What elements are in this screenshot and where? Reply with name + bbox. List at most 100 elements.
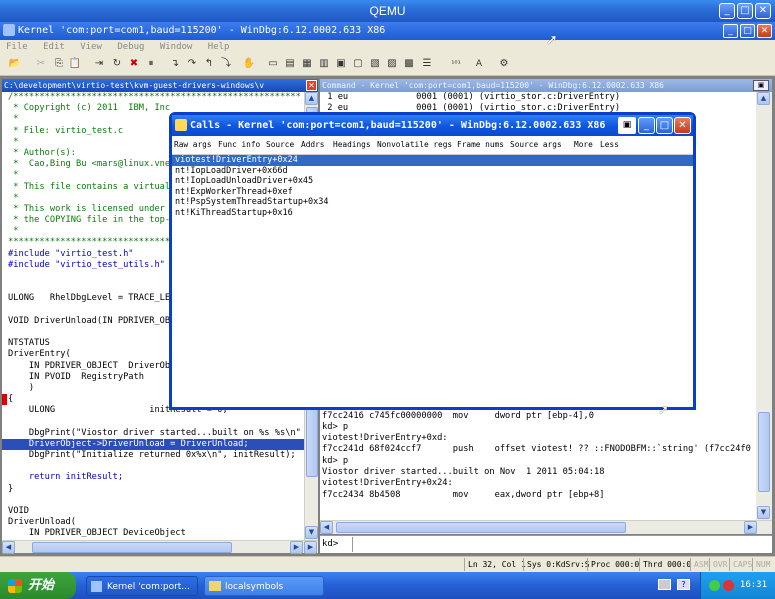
stack-frame[interactable]: nt!PspSystemThreadStartup+0x34 (172, 197, 693, 208)
disassembly-window-icon[interactable]: ▧ (368, 57, 382, 71)
taskbar-item-windbg[interactable]: Kernel 'com:port... (86, 576, 198, 596)
source-line[interactable]: DbgPrint("Initialize returned 0x%x\n", i… (2, 450, 304, 461)
windbg-minimize-button[interactable]: _ (723, 24, 738, 38)
paste-icon[interactable]: 📋 (68, 57, 82, 71)
option-nonvolatile-regs[interactable]: Nonvolatile regs (377, 136, 452, 154)
run-to-cursor-icon[interactable]: ⤵ (219, 57, 233, 71)
scroll-right-icon[interactable]: ▶ (744, 521, 757, 534)
stack-frame[interactable]: nt!ExpWorkerThread+0xef (172, 187, 693, 198)
scroll-left-icon[interactable]: ◀ (2, 541, 15, 554)
hand-icon[interactable]: ✋ (242, 57, 256, 71)
source-horizontal-scrollbar[interactable]: ◀ ▶ ▶ (2, 540, 318, 554)
taskbar-item-localsymbols[interactable]: localsymbols (204, 576, 324, 596)
calls-maximize-button[interactable]: □ (656, 117, 673, 134)
source-line[interactable] (2, 461, 304, 472)
source-line[interactable]: /***************************************… (2, 92, 304, 103)
step-over-icon[interactable]: ↷ (185, 57, 199, 71)
windbg-maximize-button[interactable]: □ (740, 24, 755, 38)
windbg-close-button[interactable]: ✕ (757, 24, 772, 38)
command-horizontal-scrollbar[interactable]: ◀ ▶ (320, 520, 772, 534)
tray-alert-icon[interactable] (723, 580, 734, 591)
calls-stack-list[interactable]: viotest!DriverEntry+0x24 nt!IopLoadDriver… (172, 154, 693, 407)
calls-close-button[interactable]: ✕ (674, 117, 691, 134)
less-button[interactable]: Less (600, 136, 619, 154)
option-headings[interactable]: Headings (333, 136, 371, 154)
stack-frame[interactable]: nt!IopLoadUnloadDriver+0x45 (172, 176, 693, 187)
source-mode-icon[interactable]: ☰ (420, 57, 434, 71)
menu-file[interactable]: File (6, 42, 28, 52)
option-func-info[interactable]: Func info (218, 136, 260, 154)
stack-frame[interactable]: nt!KiThreadStartup+0x16 (172, 208, 693, 219)
source-line[interactable]: VOID (2, 506, 304, 517)
cut-icon[interactable]: ✂ (34, 57, 48, 71)
break-icon[interactable]: ⏸ (144, 57, 158, 71)
processes-threads-icon[interactable]: ▩ (402, 57, 416, 71)
call-stack-window-icon[interactable]: ▢ (351, 57, 365, 71)
go-icon[interactable]: ⇥ (92, 57, 106, 71)
menu-window[interactable]: Window (160, 42, 193, 52)
registers-window-icon[interactable]: ▥ (317, 57, 331, 71)
scroll-up-icon[interactable]: ▲ (757, 92, 770, 105)
hex-mode-icon[interactable]: ¹⁰¹ (446, 57, 466, 71)
stop-debugging-icon[interactable]: ✖ (127, 57, 141, 71)
font-icon[interactable]: A (472, 57, 486, 71)
qemu-close-button[interactable]: ✕ (755, 3, 771, 19)
command-vertical-scrollbar[interactable]: ▲ ▼ (756, 92, 772, 520)
scroll-down-icon[interactable]: ▼ (305, 526, 318, 539)
locals-window-icon[interactable]: ▦ (300, 57, 314, 71)
source-line[interactable]: } (2, 484, 304, 495)
command-hscroll-thumb[interactable] (336, 522, 626, 533)
command-window-icon[interactable]: ▭ (266, 57, 280, 71)
source-window-titlebar[interactable]: C:\development\virtio-test\kvm-guest-dri… (2, 79, 318, 92)
option-raw-args[interactable]: Raw args (174, 136, 212, 154)
source-line[interactable]: DbgPrint("Viostor driver started...built… (2, 428, 304, 439)
options-icon[interactable]: ⚙ (497, 57, 511, 71)
scratch-pad-icon[interactable]: ▨ (385, 57, 399, 71)
watch-window-icon[interactable]: ▤ (283, 57, 297, 71)
calls-minimize-button[interactable]: _ (638, 117, 655, 134)
option-source[interactable]: Source (266, 136, 294, 154)
network-icon[interactable] (658, 579, 671, 590)
source-line[interactable]: DriverObject->DriverUnload = DriverUnloa… (2, 438, 304, 450)
more-button[interactable]: More (574, 136, 593, 154)
help-icon[interactable]: ? (677, 579, 690, 590)
memory-window-icon[interactable]: ▣ (334, 57, 348, 71)
menu-help[interactable]: Help (208, 42, 230, 52)
calls-dock-icon[interactable]: ▣ (618, 117, 636, 134)
scroll-end-icon[interactable]: ▶ (304, 541, 317, 554)
calls-window-titlebar[interactable]: Calls - Kernel 'com:port=com1,baud=11520… (172, 115, 693, 136)
stack-frame[interactable]: viotest!DriverEntry+0x24 (172, 155, 693, 166)
option-frame-nums[interactable]: Frame nums (457, 136, 504, 154)
menu-view[interactable]: View (80, 42, 102, 52)
scroll-down-icon[interactable]: ▼ (757, 506, 770, 519)
menu-debug[interactable]: Debug (117, 42, 144, 52)
step-into-icon[interactable]: ↴ (168, 57, 182, 71)
windbg-titlebar[interactable]: Kernel 'com:port=com1,baud=115200' - Win… (0, 22, 775, 40)
source-line[interactable] (2, 416, 304, 427)
source-close-icon[interactable]: ✕ (306, 80, 317, 91)
copy-icon[interactable]: ⎘ (52, 57, 66, 71)
menu-edit[interactable]: Edit (43, 42, 65, 52)
command-input[interactable] (352, 537, 768, 552)
source-line[interactable] (2, 495, 304, 506)
start-button[interactable]: 开始 (0, 572, 76, 599)
open-folder-icon[interactable]: 📂 (8, 57, 22, 71)
command-window-titlebar[interactable]: Command - Kernel 'com:port=com1,baud=115… (320, 79, 772, 92)
restart-icon[interactable]: ↻ (110, 57, 124, 71)
source-hscroll-thumb[interactable] (32, 542, 232, 553)
stack-frame[interactable]: nt!IopLoadDriver+0x66d (172, 166, 693, 177)
command-restore-icon[interactable]: ▣ (753, 80, 769, 91)
option-addrs[interactable]: Addrs (301, 136, 324, 154)
scroll-right-icon[interactable]: ▶ (290, 541, 303, 554)
tray-status-icon[interactable] (709, 580, 720, 591)
qemu-maximize-button[interactable]: □ (737, 3, 753, 19)
option-source-args[interactable]: Source args (510, 136, 562, 154)
scroll-left-icon[interactable]: ◀ (320, 521, 333, 534)
scroll-up-icon[interactable]: ▲ (305, 92, 318, 105)
qemu-minimize-button[interactable]: _ (719, 3, 735, 19)
source-line[interactable]: IN PDRIVER_OBJECT DeviceObject (2, 528, 304, 539)
command-scroll-thumb[interactable] (758, 412, 770, 492)
source-line[interactable]: return initResult; (2, 472, 304, 483)
qemu-titlebar[interactable]: QEMU (0, 0, 775, 22)
source-line[interactable]: DriverUnload( (2, 517, 304, 528)
